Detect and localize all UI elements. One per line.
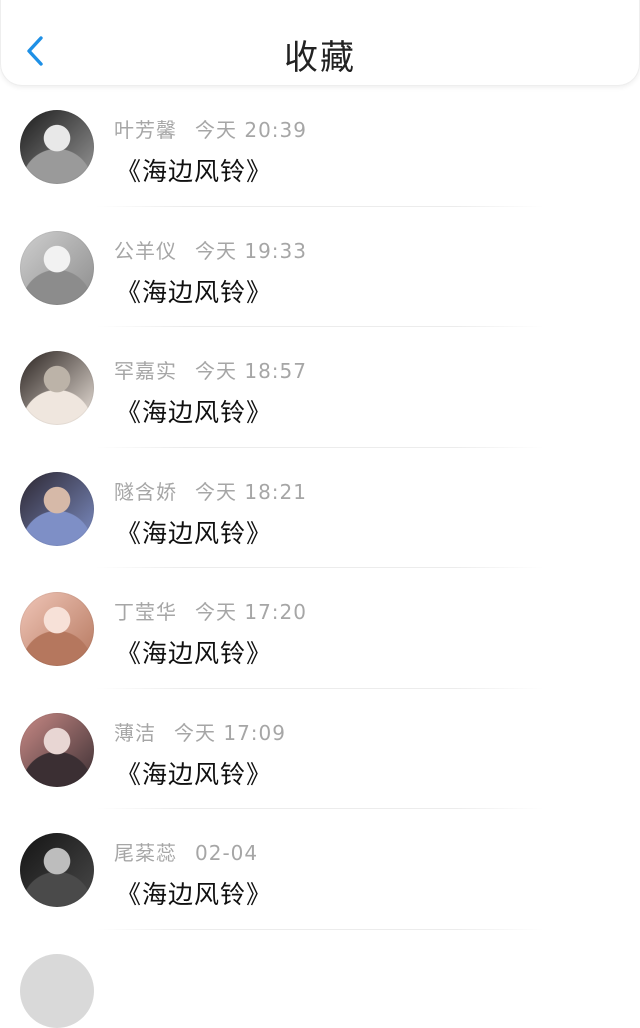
song-title: 《海边风铃》	[116, 157, 273, 186]
timestamp: 今天 18:57	[195, 359, 307, 383]
avatar[interactable]	[20, 110, 94, 184]
user-name: 罕嘉实	[114, 359, 177, 383]
list-item[interactable]: 丁莹华 今天 17:20 《海边风铃》	[0, 568, 640, 689]
avatar[interactable]	[20, 954, 94, 1028]
song-title: 《海边风铃》	[116, 277, 273, 307]
list-item[interactable]: 叶芳馨 今天 20:39 《海边风铃》	[0, 86, 640, 207]
item-meta: 叶芳馨 今天 20:39	[114, 114, 307, 143]
timestamp: 今天 19:33	[195, 238, 307, 263]
list-item[interactable]: 薄洁 今天 17:09 《海边风铃》	[0, 689, 640, 809]
user-name: 隧含娇	[114, 479, 177, 504]
timestamp: 今天 17:20	[195, 600, 307, 624]
song-title: 《海边风铃》	[116, 880, 273, 909]
avatar[interactable]	[20, 471, 94, 546]
item-meta: 罕嘉实 今天 18:57	[114, 355, 307, 384]
user-name: 公羊仪	[114, 238, 177, 263]
avatar[interactable]	[20, 351, 94, 425]
item-meta: 薄洁 今天 17:09	[114, 717, 286, 746]
item-meta: 尾棻蕊 02-04	[114, 837, 258, 866]
item-meta: 丁莹华 今天 17:20	[114, 596, 307, 625]
user-name: 尾棻蕊	[114, 841, 177, 865]
list-item[interactable]: 隧含娇 今天 18:21 《海边风铃》	[0, 448, 640, 568]
user-name: 丁莹华	[114, 600, 177, 624]
user-name: 薄洁	[114, 720, 156, 745]
item-meta: 公羊仪 今天 19:33	[114, 235, 307, 264]
song-title: 《海边风铃》	[116, 639, 273, 668]
top-bar: 收藏	[0, 0, 640, 86]
favorites-list: 叶芳馨 今天 20:39 《海边风铃》 公羊仪 今天 19:33 《海边风铃》 罕嘉实 今天 …	[0, 86, 640, 930]
list-item[interactable]: 公羊仪 今天 19:33 《海边风铃》	[0, 207, 640, 327]
timestamp: 今天 20:39	[195, 118, 307, 142]
timestamp: 今天 17:09	[174, 720, 286, 745]
divider	[96, 928, 544, 930]
list-item[interactable]: 罕嘉实 今天 18:57 《海边风铃》	[0, 327, 640, 448]
list-item[interactable]: 尾棻蕊 02-04 《海边风铃》	[0, 809, 640, 930]
avatar[interactable]	[20, 592, 94, 666]
page-title: 收藏	[284, 38, 356, 78]
song-title: 《海边风铃》	[116, 518, 273, 548]
song-title: 《海边风铃》	[116, 398, 273, 427]
avatar[interactable]	[20, 833, 94, 907]
avatar[interactable]	[20, 712, 94, 787]
timestamp: 02-04	[195, 841, 259, 865]
user-name: 叶芳馨	[114, 118, 177, 142]
avatar[interactable]	[20, 230, 94, 305]
item-meta: 隧含娇 今天 18:21	[114, 476, 307, 505]
song-title: 《海边风铃》	[116, 759, 273, 789]
timestamp: 今天 18:21	[195, 479, 307, 504]
